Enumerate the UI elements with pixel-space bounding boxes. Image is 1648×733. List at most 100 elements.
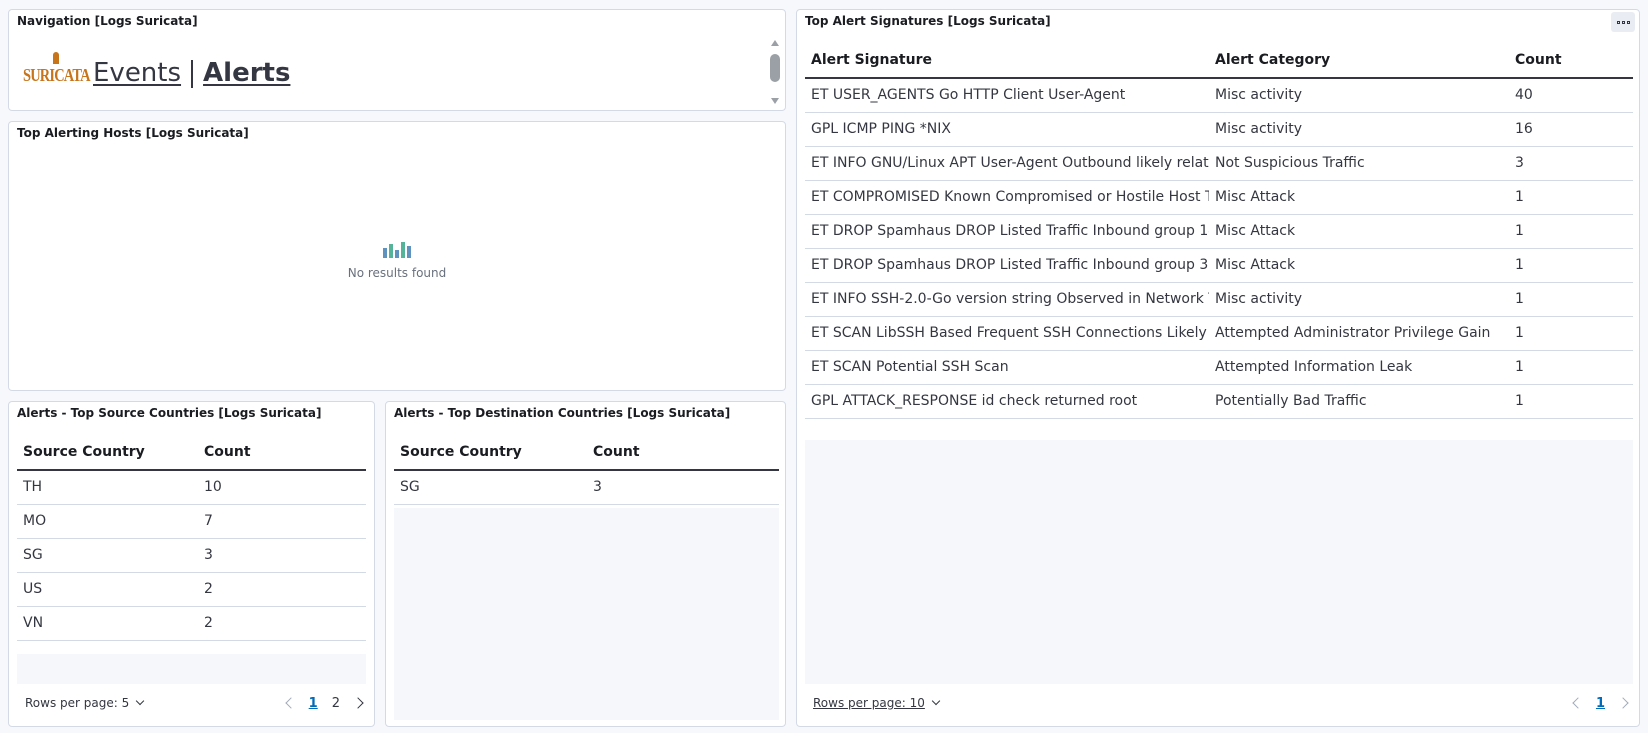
column-header-alert-category[interactable]: Alert Category: [1209, 42, 1509, 79]
column-header-source-country[interactable]: Source Country: [394, 434, 587, 471]
cell-signature: GPL ICMP PING *NIX: [805, 112, 1209, 147]
pager: 1 2: [285, 696, 366, 711]
cell-country: MO: [17, 504, 198, 539]
panel-title: Alerts - Top Source Countries [Logs Suri…: [17, 406, 322, 420]
cell-signature: ET COMPROMISED Known Compromised or Host…: [805, 180, 1209, 215]
panel-options-button[interactable]: [1611, 12, 1635, 32]
visualization-icon: [383, 240, 411, 258]
vertical-scrollbar[interactable]: [769, 36, 781, 108]
chevron-down-icon: [135, 696, 145, 706]
cell-count: 1: [1509, 350, 1633, 385]
cell-count: 7: [198, 504, 366, 539]
cell-category: Misc Attack: [1209, 180, 1509, 215]
cell-country: VN: [17, 606, 198, 641]
table-row: ET INFO SSH-2.0-Go version string Observ…: [805, 282, 1633, 317]
scroll-up-icon[interactable]: [771, 40, 779, 46]
page-2-button[interactable]: 2: [332, 696, 340, 711]
cell-count: 40: [1509, 78, 1633, 113]
table-row: ET DROP Spamhaus DROP Listed Traffic Inb…: [805, 248, 1633, 283]
column-header-count[interactable]: Count: [1509, 42, 1633, 79]
cell-category: Misc Attack: [1209, 214, 1509, 249]
pagination-bar: Rows per page: 10 1: [805, 688, 1631, 718]
table-row: ET SCAN LibSSH Based Frequent SSH Connec…: [805, 316, 1633, 351]
cell-country: SG: [394, 470, 587, 505]
cell-country: TH: [17, 470, 198, 505]
cell-count: 3: [1509, 146, 1633, 181]
source-countries-table: Source Country Count TH 10 MO 7 SG 3 US 2 VN…: [17, 434, 366, 641]
destination-countries-table: Source Country Count SG 3: [394, 434, 779, 505]
meerkat-icon: [44, 52, 66, 66]
panel-title: Alerts - Top Destination Countries [Logs…: [394, 406, 731, 420]
table-header-row: Source Country Count: [17, 434, 366, 471]
table-row: GPL ATTACK_RESPONSE id check returned ro…: [805, 384, 1633, 419]
table-row: TH 10: [17, 470, 366, 505]
previous-page-icon[interactable]: [1572, 697, 1584, 709]
panel-title: Navigation [Logs Suricata]: [17, 14, 198, 28]
cell-count: 2: [198, 606, 366, 641]
table-row: GPL ICMP PING *NIX Misc activity 16: [805, 112, 1633, 147]
cell-count: 16: [1509, 112, 1633, 147]
no-results: No results found: [9, 240, 785, 280]
cell-signature: ET USER_AGENTS Go HTTP Client User-Agent: [805, 78, 1209, 113]
table-header-row: Alert Signature Alert Category Count: [805, 42, 1633, 79]
cell-signature: ET SCAN Potential SSH Scan: [805, 350, 1209, 385]
table-row: US 2: [17, 572, 366, 607]
table-row: ET USER_AGENTS Go HTTP Client User-Agent…: [805, 78, 1633, 113]
cell-signature: ET DROP Spamhaus DROP Listed Traffic Inb…: [805, 248, 1209, 283]
panel-title: Top Alert Signatures [Logs Suricata]: [805, 14, 1051, 28]
rows-per-page-button[interactable]: Rows per page: 5: [17, 696, 145, 710]
column-header-count[interactable]: Count: [198, 434, 366, 471]
page-1-button[interactable]: 1: [1596, 696, 1605, 711]
table-empty-area: [805, 440, 1633, 684]
column-header-count[interactable]: Count: [587, 434, 779, 471]
source-countries-panel: Alerts - Top Source Countries [Logs Suri…: [8, 401, 375, 727]
alerts-link[interactable]: Alerts: [203, 58, 290, 88]
cell-category: Not Suspicious Traffic: [1209, 146, 1509, 181]
previous-page-icon[interactable]: [285, 697, 297, 709]
column-header-alert-signature[interactable]: Alert Signature: [805, 42, 1209, 79]
next-page-icon[interactable]: [352, 697, 364, 709]
cell-signature: ET SCAN LibSSH Based Frequent SSH Connec…: [805, 316, 1209, 351]
cell-category: Potentially Bad Traffic: [1209, 384, 1509, 419]
pagination-bar: Rows per page: 5 1 2: [17, 688, 366, 718]
cell-count: 10: [198, 470, 366, 505]
destination-countries-panel: Alerts - Top Destination Countries [Logs…: [385, 401, 786, 727]
cell-count: 3: [587, 470, 779, 505]
table-row: SG 3: [17, 538, 366, 573]
table-empty-area: [394, 508, 779, 720]
cell-category: Attempted Information Leak: [1209, 350, 1509, 385]
cell-count: 1: [1509, 282, 1633, 317]
cell-count: 1: [1509, 214, 1633, 249]
table-row: MO 7: [17, 504, 366, 539]
table-row: ET DROP Spamhaus DROP Listed Traffic Inb…: [805, 214, 1633, 249]
scroll-thumb[interactable]: [770, 54, 780, 82]
rows-per-page-label: Rows per page: 10: [813, 696, 925, 710]
next-page-icon[interactable]: [1617, 697, 1629, 709]
no-results-message: No results found: [347, 266, 447, 280]
cell-count: 1: [1509, 384, 1633, 419]
table-row: ET INFO GNU/Linux APT User-Agent Outboun…: [805, 146, 1633, 181]
page-1-button[interactable]: 1: [309, 696, 318, 711]
cell-category: Misc activity: [1209, 78, 1509, 113]
rows-per-page-label: Rows per page: 5: [25, 696, 130, 710]
events-link[interactable]: Events: [93, 58, 181, 88]
rows-per-page-button[interactable]: Rows per page: 10: [805, 696, 941, 710]
table-header-row: Source Country Count: [394, 434, 779, 471]
alert-signatures-panel: Top Alert Signatures [Logs Suricata] Ale…: [796, 9, 1640, 727]
logo-text: SURICATA: [23, 65, 90, 85]
cell-country: SG: [17, 538, 198, 573]
suricata-logo: SURICATA: [23, 52, 90, 85]
table-row: ET COMPROMISED Known Compromised or Host…: [805, 180, 1633, 215]
cell-count: 1: [1509, 180, 1633, 215]
column-header-source-country[interactable]: Source Country: [17, 434, 198, 471]
scroll-down-icon[interactable]: [771, 98, 779, 104]
panel-title: Top Alerting Hosts [Logs Suricata]: [17, 126, 249, 140]
cell-count: 1: [1509, 248, 1633, 283]
alert-signatures-table: Alert Signature Alert Category Count ET …: [805, 42, 1633, 419]
cell-category: Misc Attack: [1209, 248, 1509, 283]
cell-category: Misc activity: [1209, 112, 1509, 147]
cell-count: 1: [1509, 316, 1633, 351]
table-row: SG 3: [394, 470, 779, 505]
table-row: VN 2: [17, 606, 366, 641]
cell-signature: ET INFO SSH-2.0-Go version string Observ…: [805, 282, 1209, 317]
